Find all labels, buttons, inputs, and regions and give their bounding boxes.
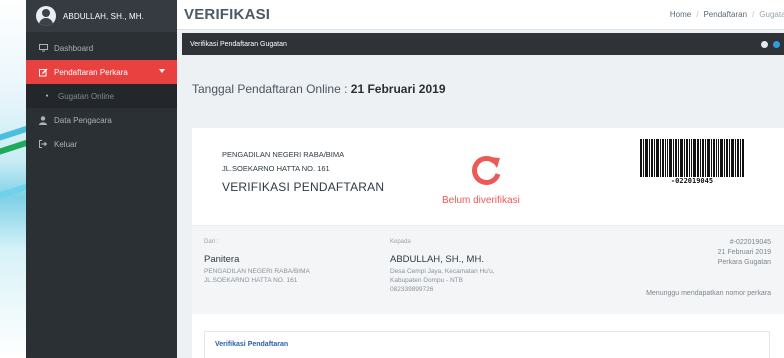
verification-card: PENGADILAN NEGERI RABA/BIMA JL.SOEKARNO … <box>192 128 784 358</box>
sidebar-item-label: Data Pengacara <box>54 115 112 125</box>
registration-date-value: 21 Februari 2019 <box>350 82 446 96</box>
card-details: Dari : Panitera PENGADILAN NEGERI RABA/B… <box>192 226 784 314</box>
court-address: JL.SOEKARNO HATTA NO. 161 <box>222 164 330 173</box>
breadcrumb: Home / Pendaftaran / Gugatan <box>670 10 784 19</box>
sidebar-item-gugatan-online[interactable]: ● Gugatan Online <box>26 84 177 108</box>
sender-label: Dari : <box>204 239 219 245</box>
sidebar-item-pendaftaran-perkara[interactable]: Pendaftaran Perkara <box>26 60 177 84</box>
recipient-block: Kepada ABDULLAH, SH., MH. Desa Cempi Jay… <box>390 238 495 294</box>
sender-block: Dari : Panitera PENGADILAN NEGERI RABA/B… <box>204 238 310 285</box>
sidebar-menu: Dashboard Pendaftaran Perkara ● Gugatan … <box>26 36 177 156</box>
breadcrumb-home[interactable]: Home <box>670 10 691 19</box>
sidebar-item-label: Dashboard <box>54 43 94 53</box>
circle-icon: ● <box>45 93 49 99</box>
main-content: VERIFIKASI Home / Pendaftaran / Gugatan … <box>177 0 784 358</box>
breadcrumb-current: Gugatan <box>759 10 784 19</box>
user-icon <box>38 115 48 125</box>
breadcrumb-pendaftaran[interactable]: Pendaftaran <box>703 10 747 19</box>
decorative-stroke <box>0 118 26 144</box>
avatar <box>36 6 56 26</box>
sidebar-item-data-pengacara[interactable]: Data Pengacara <box>26 108 177 132</box>
sender-name: Panitera <box>204 254 240 265</box>
card-heading: VERIFIKASI PENDAFTARAN <box>222 180 385 194</box>
sign-out-icon <box>38 140 48 148</box>
card-header: PENGADILAN NEGERI RABA/BIMA JL.SOEKARNO … <box>192 128 784 226</box>
settings-icon[interactable] <box>773 41 780 48</box>
waiting-note: Menunggu mendapatkan nomor perkara <box>646 290 771 297</box>
sidebar-item-label: Gugatan Online <box>58 91 115 101</box>
court-name: PENGADILAN NEGERI RABA/BIMA <box>222 150 345 159</box>
recipient-line: Kabupaten Dompu - NTB <box>390 277 463 284</box>
tab-verifikasi-pendaftaran[interactable]: Verifikasi Pendaftaran <box>215 341 288 348</box>
sidebar-item-keluar[interactable]: Keluar <box>26 132 177 156</box>
recipient-line: Desa Cempi Jaya, Kecamatan Hu'u, <box>390 268 495 275</box>
sender-line: PENGADILAN NEGERI RABA/BIMA <box>204 268 310 275</box>
breadcrumb-separator: / <box>752 10 755 19</box>
status-text: Belum diverifikasi <box>442 195 520 206</box>
case-number: #-022019045 <box>729 239 771 246</box>
panel-header: Verifikasi Pendaftaran Gugatan <box>182 33 784 55</box>
registration-date: Tanggal Pendaftaran Online : 21 Februari… <box>192 82 446 96</box>
court-info: PENGADILAN NEGERI RABA/BIMA JL.SOEKARNO … <box>222 148 344 176</box>
case-date: 21 Februari 2019 <box>717 249 771 256</box>
sidebar-item-label: Pendaftaran Perkara <box>54 67 128 77</box>
breadcrumb-separator: / <box>696 10 699 19</box>
page-title: VERIFIKASI <box>184 6 271 23</box>
monitor-icon <box>38 44 48 52</box>
panel-title: Verifikasi Pendaftaran Gugatan <box>190 40 287 48</box>
edit-icon <box>38 68 48 77</box>
sidebar-item-label: Keluar <box>54 139 78 149</box>
recipient-label: Kepada <box>390 239 411 245</box>
tab-bar: Verifikasi Pendaftaran <box>204 331 770 358</box>
recipient-name: ABDULLAH, SH., MH. <box>390 254 484 265</box>
registration-date-label: Tanggal Pendaftaran Online : <box>192 82 351 96</box>
collapse-icon[interactable] <box>761 41 768 48</box>
case-type: Perkara Gugatan <box>717 259 771 266</box>
refresh-icon <box>472 156 501 185</box>
background-strip <box>0 0 26 358</box>
case-meta: #-022019045 21 Februari 2019 Perkara Gug… <box>646 238 771 299</box>
sender-line: JL.SOEKARNO HATTA NO. 161 <box>204 277 298 284</box>
sidebar: ABDULLAH, SH., MH. Dashboard Pendaftaran… <box>26 0 177 358</box>
sidebar-item-dashboard[interactable]: Dashboard <box>26 36 177 60</box>
decorative-stroke <box>0 176 26 202</box>
top-bar: VERIFIKASI Home / Pendaftaran / Gugatan <box>177 0 784 30</box>
chevron-down-icon <box>159 69 165 73</box>
recipient-phone: 082339899726 <box>390 286 434 293</box>
barcode-number: -022019045 <box>670 177 714 185</box>
user-panel[interactable]: ABDULLAH, SH., MH. <box>26 0 177 32</box>
user-name: ABDULLAH, SH., MH. <box>63 11 144 21</box>
submenu: ● Gugatan Online <box>26 84 177 108</box>
